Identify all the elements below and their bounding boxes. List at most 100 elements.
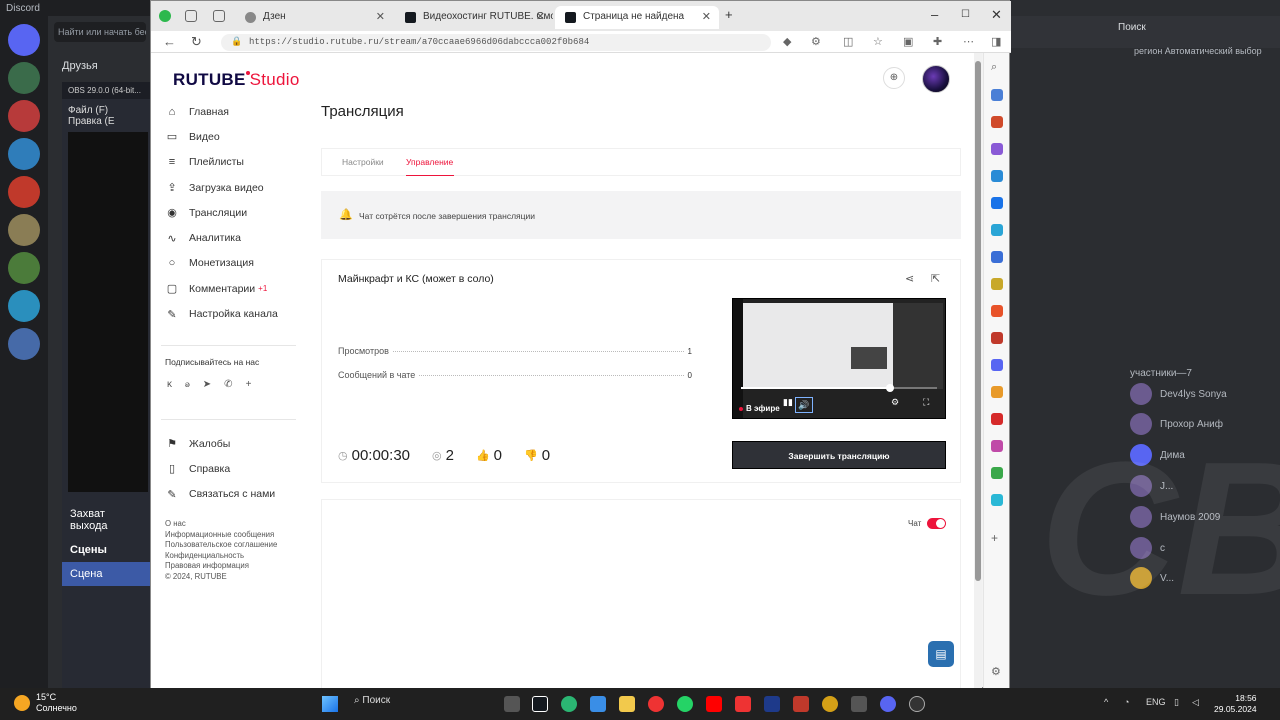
volume-icon[interactable]: 🔊 xyxy=(795,397,813,413)
server-icon[interactable] xyxy=(8,252,40,284)
sidebar-item-help[interactable]: ▯ Справка xyxy=(165,456,305,481)
sidebar-app-icon[interactable] xyxy=(991,224,1003,236)
sidebar-app-icon[interactable] xyxy=(991,413,1003,425)
server-icon[interactable] xyxy=(8,290,40,322)
weather-widget[interactable]: 15°C Солнечно xyxy=(14,692,77,714)
tab-rutube[interactable]: Видеохостинг RUTUBE. Смотри... ✕ xyxy=(395,6,553,29)
ok-icon[interactable]: ꭷ xyxy=(185,379,190,390)
server-icon[interactable] xyxy=(8,62,40,94)
discord-search-input[interactable]: Найти или начать беседу xyxy=(54,22,146,42)
stream-preview-player[interactable]: В эфире ▮▮ 🔊 ⚙ ⛶ xyxy=(732,298,946,419)
sidebar-item-analytics[interactable]: ∿ Аналитика xyxy=(165,225,305,250)
split-screen-icon[interactable]: ◫ xyxy=(843,35,855,48)
footer-link-legal[interactable]: Правовая информация xyxy=(165,561,277,572)
more-icon[interactable]: ⋯ xyxy=(963,35,975,48)
sidebar-item-comments[interactable]: ▢ Комментарии +1 xyxy=(165,276,305,301)
favorites-icon[interactable]: ☆ xyxy=(873,35,885,48)
tray-chevron-icon[interactable]: ^ xyxy=(1104,697,1108,707)
sidebar-app-icon[interactable] xyxy=(991,197,1003,209)
sidebar-item-contact[interactable]: ✎ Связаться с нами xyxy=(165,482,305,507)
tab-settings[interactable]: Настройки xyxy=(342,157,384,167)
server-icon[interactable] xyxy=(8,328,40,360)
progress-knob[interactable] xyxy=(885,384,894,392)
extension-icon[interactable]: ⚙ xyxy=(811,35,823,48)
whatsapp-icon[interactable] xyxy=(677,696,693,712)
player-progress-bar[interactable] xyxy=(741,384,937,392)
extensions-icon[interactable]: ✚ xyxy=(933,35,945,48)
refresh-icon[interactable]: ↻ xyxy=(191,34,202,50)
store-icon[interactable] xyxy=(590,696,606,712)
sidebar-app-icon[interactable] xyxy=(991,89,1003,101)
chat-toggle[interactable] xyxy=(927,518,946,529)
rutube-studio-logo[interactable]: RUTUBE Studio xyxy=(173,70,300,90)
vk-icon[interactable]: ᴋ xyxy=(167,379,172,390)
explorer-icon[interactable] xyxy=(619,696,635,712)
scrollbar-thumb[interactable] xyxy=(975,61,981,581)
wifi-icon[interactable]: ◔ xyxy=(1124,697,1129,707)
sidebar-app-icon[interactable] xyxy=(991,251,1003,263)
sidebar-app-icon[interactable] xyxy=(991,440,1003,452)
sidebar-item-broadcasts[interactable]: ◉ Трансляции xyxy=(165,200,305,225)
sidebar-app-icon[interactable] xyxy=(991,386,1003,398)
member-item[interactable]: Dev4lys Sonya xyxy=(1130,382,1227,406)
footer-link-info[interactable]: Информационные сообщения xyxy=(165,530,277,541)
sidebar-item-monetization[interactable]: ○ Монетизация xyxy=(165,251,305,276)
sidebar-app-icon[interactable] xyxy=(991,143,1003,155)
app-icon[interactable] xyxy=(793,696,809,712)
sidebar-toggle-icon[interactable]: ◨ xyxy=(991,35,1003,48)
pause-icon[interactable]: ▮▮ xyxy=(783,397,793,408)
obs-icon[interactable] xyxy=(909,696,925,712)
yandex-icon[interactable] xyxy=(648,696,664,712)
youtube-icon[interactable] xyxy=(706,696,722,712)
sidebar-app-icon[interactable] xyxy=(991,305,1003,317)
end-stream-button[interactable]: Завершить трансляцию xyxy=(732,441,946,469)
start-button[interactable] xyxy=(322,696,338,712)
sidebar-app-icon[interactable] xyxy=(991,116,1003,128)
settings-icon[interactable]: ⚙ xyxy=(891,397,899,408)
volume-icon[interactable]: ◁ xyxy=(1192,697,1199,708)
close-icon[interactable]: ✕ xyxy=(376,10,385,23)
discord-channel-search[interactable]: Поиск xyxy=(1118,22,1146,33)
rutube-app-icon[interactable] xyxy=(532,696,548,712)
support-chat-button[interactable]: ▤ xyxy=(928,641,954,667)
sidebar-item-complaints[interactable]: ⚑ Жалобы xyxy=(165,431,305,456)
settings-icon[interactable]: ⚙ xyxy=(991,665,1003,678)
footer-link-terms[interactable]: Пользовательское соглашение xyxy=(165,540,277,551)
add-icon[interactable]: + xyxy=(991,531,1003,545)
discord-home-icon[interactable] xyxy=(8,24,40,56)
pycharm-icon[interactable] xyxy=(764,696,780,712)
discord-icon[interactable] xyxy=(880,696,896,712)
app-icon[interactable] xyxy=(851,696,867,712)
footer-link-about[interactable]: О нас xyxy=(165,519,277,530)
sidebar-app-icon[interactable] xyxy=(991,332,1003,344)
server-icon[interactable] xyxy=(8,100,40,132)
profile-icon[interactable] xyxy=(159,10,171,22)
app-icon[interactable] xyxy=(822,696,838,712)
search-icon[interactable]: ⌕ xyxy=(991,61,1003,73)
sidebar-app-icon[interactable] xyxy=(991,170,1003,182)
avatar[interactable] xyxy=(922,65,950,93)
discord-friends-item[interactable]: Друзья xyxy=(62,60,98,72)
minimize-icon[interactable]: – xyxy=(931,7,938,22)
obs-menu[interactable]: Файл (F) Правка (E xyxy=(62,99,150,133)
footer-link-privacy[interactable]: Конфиденциальность xyxy=(165,551,277,562)
collections-icon[interactable]: ▣ xyxy=(903,35,915,48)
close-icon[interactable]: ✕ xyxy=(536,10,545,23)
obs-scene-item[interactable]: Сцена xyxy=(62,562,150,586)
tab-actions-icon[interactable] xyxy=(213,10,225,22)
clock[interactable]: 18:56 29.05.2024 xyxy=(1214,693,1257,715)
tab-dzen[interactable]: Дзен ✕ xyxy=(235,6,393,29)
language-indicator[interactable]: ENG xyxy=(1146,697,1166,707)
edge-icon[interactable] xyxy=(561,696,577,712)
taskview-icon[interactable] xyxy=(504,696,520,712)
external-link-icon[interactable]: ⇱ xyxy=(931,272,940,285)
maximize-icon[interactable]: ☐ xyxy=(961,9,970,20)
sidebar-item-channel-settings[interactable]: ✎ Настройка канала xyxy=(165,301,305,326)
telegram-icon[interactable]: ➤ xyxy=(203,379,211,390)
page-scrollbar[interactable] xyxy=(974,53,982,689)
tab-management[interactable]: Управление xyxy=(406,157,453,167)
sidebar-app-icon[interactable] xyxy=(991,494,1003,506)
sidebar-item-playlists[interactable]: ≡ Плейлисты xyxy=(165,150,305,175)
sidebar-app-icon[interactable] xyxy=(991,467,1003,479)
add-content-button[interactable]: ⊕ xyxy=(883,67,905,89)
